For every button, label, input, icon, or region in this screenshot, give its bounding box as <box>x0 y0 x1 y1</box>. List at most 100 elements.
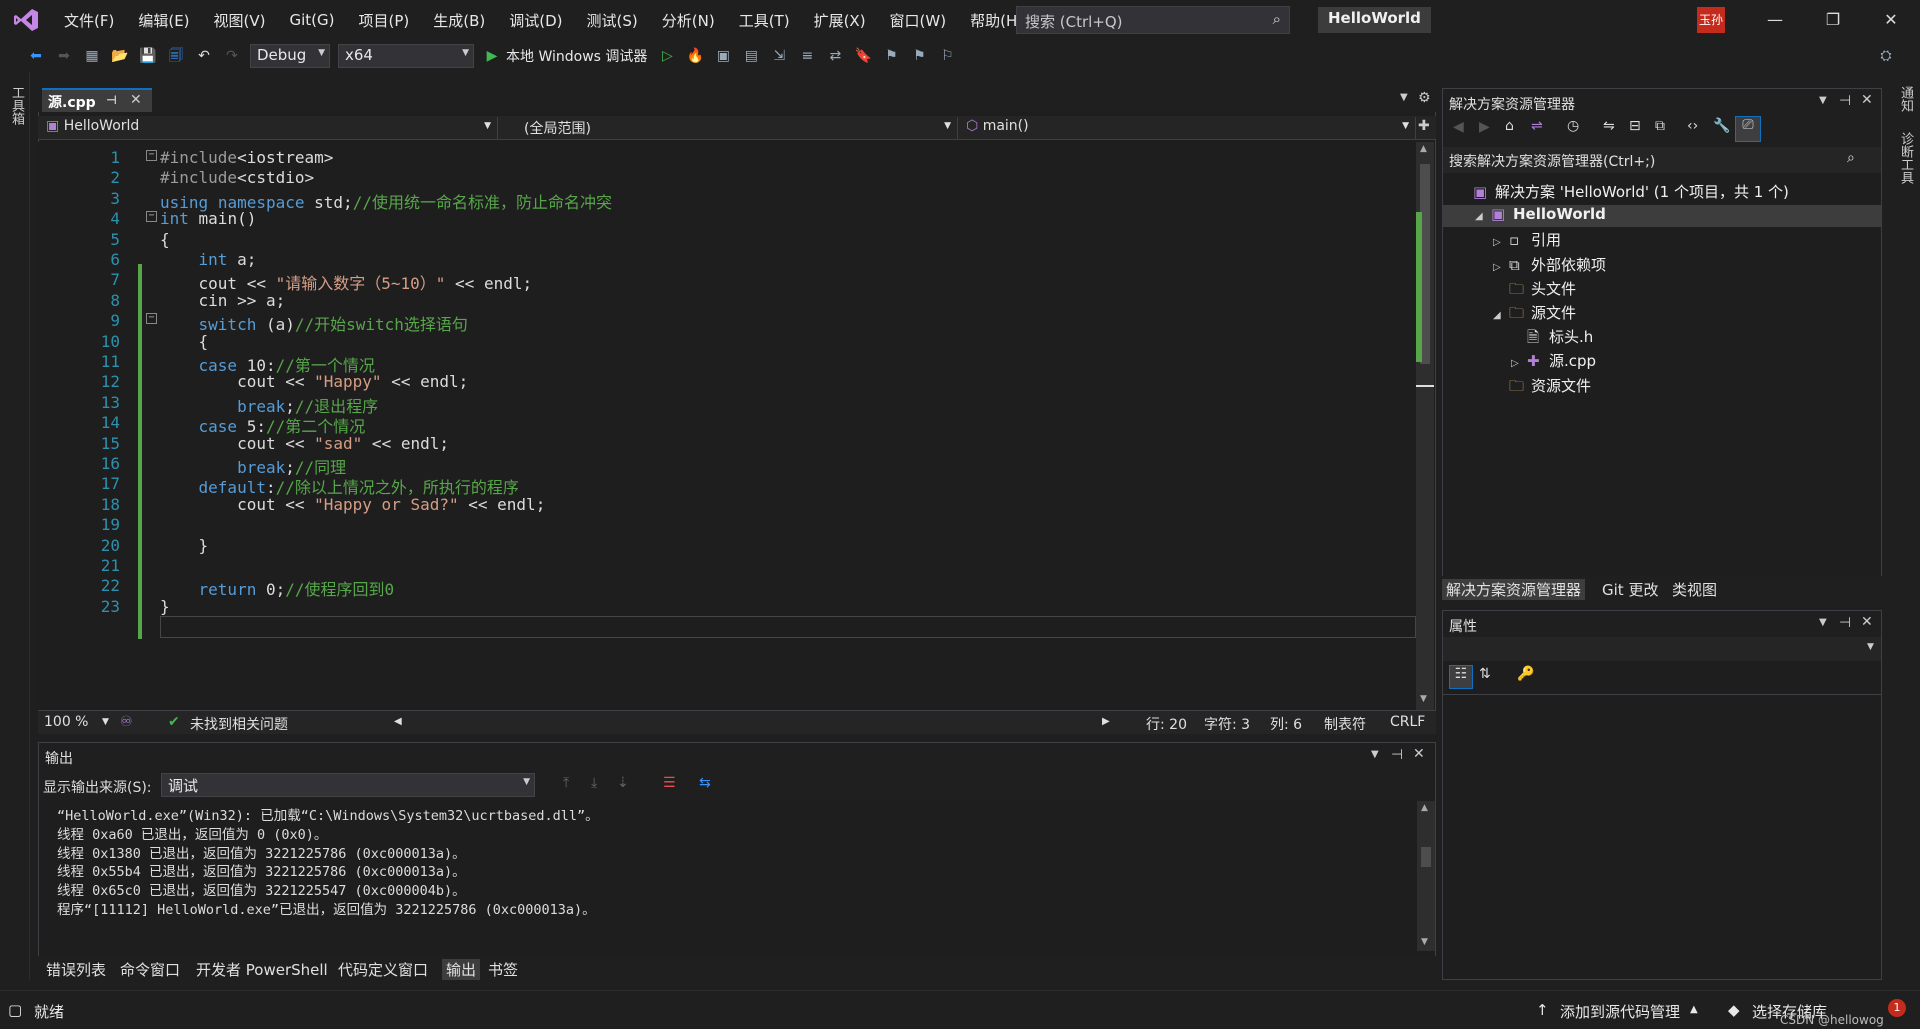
pin-icon[interactable]: ⊣ <box>1391 747 1403 763</box>
clear-all-icon[interactable]: ☰ <box>663 775 676 791</box>
platform-select[interactable]: x64 ▼ <box>338 44 474 68</box>
line-indicator[interactable]: 行: 20 <box>1146 714 1187 734</box>
search-input[interactable]: 搜索 (Ctrl+Q) ⌕ <box>1016 6 1290 34</box>
expand-icon[interactable]: ▷ <box>1511 358 1527 369</box>
code-line[interactable]: #include<cstdio> <box>160 168 314 187</box>
close-tab-icon[interactable]: ✕ <box>130 92 142 108</box>
scroll-down-icon[interactable]: ▼ <box>1421 937 1428 947</box>
toolbox-tab[interactable]: 工具箱 <box>7 86 26 125</box>
alphabetical-icon[interactable]: ⇅ <box>1479 666 1491 682</box>
add-to-source-control[interactable]: 添加到源代码管理 <box>1560 1001 1680 1022</box>
property-pages-icon[interactable]: 🔑 <box>1517 666 1534 682</box>
new-project-icon[interactable]: ▦ <box>80 44 104 68</box>
settings-gear-icon[interactable]: ⚙ <box>1418 90 1431 106</box>
bookmark-next-icon[interactable]: ⚑ <box>907 44 931 68</box>
output-scrollbar[interactable]: ▲ ▼ <box>1417 801 1435 951</box>
bottom-tab[interactable]: 开发者 PowerShell <box>196 959 328 980</box>
char-indicator[interactable]: 字符: 3 <box>1204 714 1250 734</box>
restore-icon[interactable]: ❐ <box>1804 0 1862 40</box>
tab-overflow-icon[interactable]: ▼ <box>1400 92 1408 103</box>
layout-icon[interactable]: ▤ <box>739 44 763 68</box>
panel-menu-icon[interactable]: ▼ <box>1819 95 1827 106</box>
split-icon[interactable]: ✚ <box>1418 118 1430 134</box>
open-file-icon[interactable]: 📂 <box>108 44 132 68</box>
scroll-left-icon[interactable]: ◀ <box>394 716 402 727</box>
code-line[interactable]: { <box>160 332 209 351</box>
header-file-node[interactable]: 🗎 标头.h <box>1511 326 1593 348</box>
fold-icon[interactable]: − <box>146 313 157 325</box>
user-avatar[interactable]: 玉孙 <box>1697 7 1725 33</box>
issues-status[interactable]: 未找到相关问题 <box>190 714 288 734</box>
expand-icon[interactable]: ▷ <box>1493 237 1509 248</box>
fold-icon[interactable]: − <box>146 150 157 161</box>
close-panel-icon[interactable]: ✕ <box>1861 92 1873 108</box>
bookmark-prev-icon[interactable]: ⚑ <box>879 44 903 68</box>
scroll-up-icon[interactable]: ▲ <box>1421 803 1428 813</box>
code-line[interactable]: int a; <box>160 250 257 269</box>
project-node[interactable]: ◢ ▣ HelloWorld <box>1443 205 1881 228</box>
chevron-down-icon[interactable]: ▼ <box>102 717 109 727</box>
next-message-icon[interactable]: ⇣ <box>617 775 629 791</box>
browse-icon[interactable]: ▣ <box>711 44 735 68</box>
menu-item[interactable]: 测试(S) <box>575 10 650 31</box>
prev-message-icon[interactable]: ⤓ <box>591 775 597 791</box>
undo-icon[interactable]: ↶ <box>192 44 216 68</box>
col-indicator[interactable]: 列: 6 <box>1270 714 1302 734</box>
fold-icon[interactable]: − <box>146 211 157 223</box>
line-ending[interactable]: CRLF <box>1390 714 1425 730</box>
step-icon[interactable]: ⇲ <box>767 44 791 68</box>
output-window-icon[interactable]: ▢ <box>8 1001 22 1019</box>
collapse-all-icon[interactable]: ⊟ <box>1629 118 1641 134</box>
notification-badge[interactable]: 1 <box>1888 999 1906 1017</box>
visual-studio-logo-icon[interactable] <box>0 0 52 40</box>
code-line[interactable]: } <box>160 597 170 616</box>
diagnostics-tab[interactable]: 诊断工具 <box>1896 132 1915 184</box>
back-icon[interactable]: ◀ <box>1453 119 1464 135</box>
code-line[interactable]: { <box>160 230 170 249</box>
indent-icon[interactable]: ≡ <box>795 44 819 68</box>
external-deps-node[interactable]: ▷ ⧉ 外部依赖项 <box>1493 254 1606 276</box>
resource-files-node[interactable]: 🗀 资源文件 <box>1493 375 1591 397</box>
home-icon[interactable]: ⌂ <box>1505 118 1514 134</box>
forward-icon[interactable]: ➡ <box>52 44 76 68</box>
scroll-thumb[interactable] <box>1421 847 1431 867</box>
back-icon[interactable]: ⬅ <box>24 44 48 68</box>
intellicode-icon[interactable]: ♾ <box>120 714 133 730</box>
code-line[interactable]: int main() <box>160 209 256 228</box>
menu-item[interactable]: 生成(B) <box>421 10 497 31</box>
live-share-icon[interactable]: ⛭ <box>1874 44 1898 68</box>
start-debug-icon[interactable]: ▶ <box>480 44 504 68</box>
pin-icon[interactable]: ⊣ <box>1839 615 1851 631</box>
properties-wrench-icon[interactable]: 🔧 <box>1713 118 1730 134</box>
menu-item[interactable]: 项目(P) <box>347 10 422 31</box>
solution-node[interactable]: ▣ 解决方案 'HelloWorld' (1 个项目，共 1 个) <box>1457 181 1789 203</box>
pin-icon[interactable]: ⊣ <box>1839 93 1851 109</box>
debugger-button[interactable]: 本地 Windows 调试器 <box>506 46 647 66</box>
tab-source-cpp[interactable]: 源.cpp ⊣ ✕ <box>42 88 152 112</box>
bottom-tab[interactable]: 书签 <box>488 959 518 980</box>
preview-icon[interactable]: ⎚ <box>1735 116 1761 142</box>
source-files-node[interactable]: ◢ 🗀 源文件 <box>1493 302 1576 324</box>
bookmark-icon[interactable]: 🔖 <box>851 44 875 68</box>
code-line[interactable]: cin >> a; <box>160 291 286 310</box>
source-file-node[interactable]: ▷ ✚ 源.cpp <box>1511 350 1596 372</box>
properties-object-select[interactable]: ▼ <box>1443 637 1881 661</box>
code-line[interactable]: cout << "Happy or Sad?" << endl; <box>160 495 545 514</box>
configuration-select[interactable]: Debug ▼ <box>250 44 330 68</box>
output-text[interactable]: “HelloWorld.exe”(Win32): 已加载“C:\Windows\… <box>57 807 599 920</box>
solution-tab[interactable]: 解决方案资源管理器 <box>1442 579 1586 600</box>
sync-icon[interactable]: ⇋ <box>1603 118 1615 134</box>
menu-item[interactable]: 文件(F) <box>52 10 126 31</box>
menu-item[interactable]: 视图(V) <box>202 10 278 31</box>
scroll-up-icon[interactable]: ▲ <box>1420 144 1427 154</box>
header-files-node[interactable]: 🗀 头文件 <box>1493 278 1576 300</box>
word-wrap-icon[interactable]: ⇆ <box>699 775 711 791</box>
switch-view-icon[interactable]: ⇌ <box>1531 118 1543 134</box>
project-dropdown[interactable]: ▣ HelloWorld ▼ <box>38 117 498 139</box>
minimize-icon[interactable]: — <box>1746 0 1804 40</box>
hot-reload-icon[interactable]: 🔥 <box>683 44 707 68</box>
pending-changes-icon[interactable]: ◷ <box>1567 118 1579 134</box>
save-all-icon[interactable]: 🗐 <box>164 44 188 68</box>
save-icon[interactable]: 💾 <box>136 44 160 68</box>
indent-mode[interactable]: 制表符 <box>1324 714 1366 734</box>
